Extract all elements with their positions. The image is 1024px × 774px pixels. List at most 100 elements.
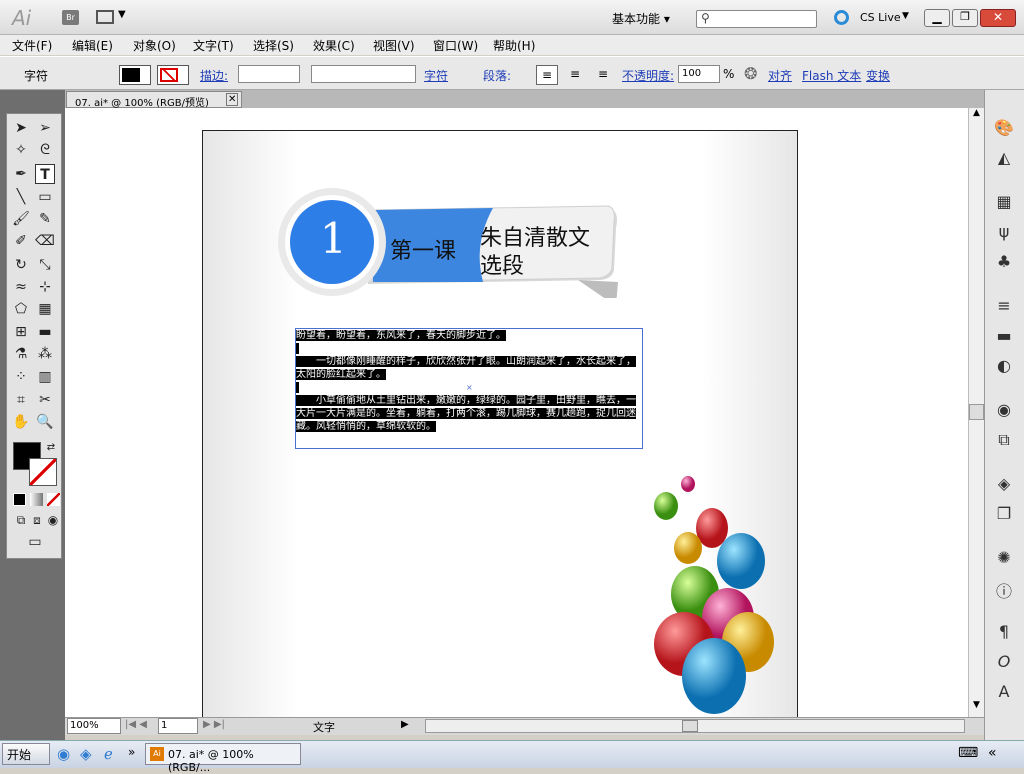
lasso-tool-icon[interactable]: ᘓ [35, 140, 55, 160]
slice-tool-icon[interactable]: ✂ [35, 390, 55, 410]
hand-tool-icon[interactable]: ✋ [11, 412, 31, 432]
h-scroll-thumb[interactable] [682, 720, 698, 732]
restore-button[interactable]: ❐ [952, 9, 978, 27]
mesh-tool-icon[interactable]: ⊞ [11, 322, 31, 342]
status-menu-icon[interactable]: ▶ [401, 719, 409, 730]
scroll-thumb[interactable] [969, 404, 984, 420]
type-tool-icon[interactable]: T [35, 164, 55, 184]
transparency-icon[interactable]: ◐ [993, 356, 1015, 376]
symbols-icon[interactable]: ♣ [993, 252, 1015, 272]
zoom-field[interactable]: 100% [67, 718, 121, 734]
pencil-tool-icon[interactable]: ✎ [35, 209, 55, 229]
vertical-scrollbar[interactable]: ▲ ▼ [968, 108, 984, 717]
menu-type[interactable]: 文字(T) [193, 37, 234, 54]
rotate-tool-icon[interactable]: ↻ [11, 255, 31, 275]
status-mode[interactable]: 文字 [313, 719, 335, 735]
minimize-button[interactable]: ▁ [924, 9, 950, 27]
align-center-icon[interactable]: ≡ [564, 65, 586, 85]
navigator-icon[interactable]: ✺ [993, 548, 1015, 568]
stroke-color-icon[interactable] [29, 458, 57, 486]
taskbar-illustrator-button[interactable]: Ai 07. ai* @ 100% (RGB/... [145, 743, 301, 774]
perspective-grid-tool-icon[interactable]: ▦ [35, 299, 55, 319]
zoom-tool-icon[interactable]: 🔍 [35, 412, 55, 432]
stroke-panel-icon[interactable]: ≡ [993, 296, 1015, 316]
close-button[interactable]: ✕ [980, 9, 1016, 27]
menu-object[interactable]: 对象(O) [133, 37, 176, 54]
screen-mode-icon[interactable]: ▭ [25, 532, 45, 552]
paintbrush-tool-icon[interactable]: 🖌 [11, 209, 31, 229]
workspace-switcher[interactable]: 基本功能 ▾ [612, 10, 670, 27]
character-link[interactable]: 字符 [424, 67, 448, 84]
rectangle-tool-icon[interactable]: ▭ [35, 187, 55, 207]
shape-builder-tool-icon[interactable]: ⬠ [11, 299, 31, 319]
menu-help[interactable]: 帮助(H) [493, 37, 535, 54]
warp-tool-icon[interactable]: ≈ [11, 277, 31, 297]
column-graph-tool-icon[interactable]: ▥ [35, 367, 55, 387]
opentype-icon[interactable]: O [993, 652, 1015, 672]
font-family-field[interactable] [311, 65, 416, 83]
align-link[interactable]: 对齐 [768, 67, 792, 84]
fill-swatch[interactable] [119, 65, 151, 85]
line-tool-icon[interactable]: ╲ [11, 187, 31, 207]
menu-effect[interactable]: 效果(C) [313, 37, 355, 54]
stroke-link[interactable]: 描边: [200, 67, 228, 84]
brushes-icon[interactable]: ψ [993, 222, 1015, 242]
info-icon[interactable]: ⓘ [993, 578, 1015, 601]
swatches-icon[interactable]: ▦ [993, 192, 1015, 212]
document-tab[interactable]: 07. ai* @ 100% (RGB/预览) [66, 91, 242, 109]
align-left-icon[interactable]: ≡ [536, 65, 558, 85]
color-guide-icon[interactable]: ◭ [993, 148, 1015, 168]
menu-window[interactable]: 窗口(W) [433, 37, 478, 54]
start-button[interactable]: 开始 [2, 743, 50, 765]
opacity-field[interactable]: 100 [678, 65, 720, 83]
flash-text-link[interactable]: Flash 文本 [802, 67, 861, 84]
pen-tool-icon[interactable]: ✒ [11, 164, 31, 184]
scroll-down-icon[interactable]: ▼ [969, 700, 984, 716]
align-right-icon[interactable]: ≡ [592, 65, 614, 85]
magic-wand-tool-icon[interactable]: ✧ [11, 140, 31, 160]
blob-brush-tool-icon[interactable]: ✐ [11, 231, 31, 251]
horizontal-scrollbar[interactable] [425, 719, 965, 733]
graphic-styles-icon[interactable]: ⧉ [993, 430, 1015, 450]
cs-live-menu[interactable]: CS Live [860, 11, 901, 24]
artboards-icon[interactable]: ❐ [993, 504, 1015, 524]
arrange-documents-icon[interactable] [96, 10, 114, 24]
eyedropper-tool-icon[interactable]: ⚗ [11, 344, 31, 364]
artboard-tool-icon[interactable]: ⌗ [11, 390, 31, 410]
browser-icon[interactable]: ◉ [57, 745, 70, 763]
gradient-tool-icon[interactable]: ▬ [35, 322, 55, 342]
selection-tool-icon[interactable]: ➤ [11, 118, 31, 138]
stroke-swatch[interactable] [157, 65, 189, 85]
eraser-tool-icon[interactable]: ⌫ [35, 231, 55, 251]
show-more-icon[interactable]: » [128, 745, 135, 759]
gradient-panel-icon[interactable]: ▬ [993, 326, 1015, 346]
menu-select[interactable]: 选择(S) [253, 37, 294, 54]
text-frame-content[interactable]: 盼望着，盼望着，东风来了，春天的脚步近了。 一切都像刚睡醒的样子，欣欣然张开了眼… [296, 329, 636, 433]
direct-selection-tool-icon[interactable]: ➢ [35, 118, 55, 138]
scale-tool-icon[interactable]: ⤡ [35, 255, 55, 275]
menu-file[interactable]: 文件(F) [12, 37, 52, 54]
appearance-icon[interactable]: ◉ [993, 400, 1015, 420]
menu-view[interactable]: 视图(V) [373, 37, 415, 54]
character-icon[interactable]: A [993, 682, 1015, 702]
paragraph-icon[interactable]: ¶ [993, 622, 1015, 642]
blend-tool-icon[interactable]: ⁂ [35, 344, 55, 364]
menu-edit[interactable]: 编辑(E) [72, 37, 113, 54]
first-artboard-icon[interactable]: |◀ ◀ [125, 719, 147, 730]
scroll-up-icon[interactable]: ▲ [969, 108, 984, 124]
chevron-down-icon[interactable]: ▼ [118, 9, 126, 20]
explorer-icon[interactable]: ◈ [80, 745, 92, 763]
swap-colors-icon[interactable]: ⇄ [41, 438, 61, 458]
search-input[interactable]: ⚲ [696, 10, 817, 28]
recolor-icon[interactable]: ❂ [744, 64, 757, 83]
last-artboard-icon[interactable]: ▶ ▶| [203, 719, 225, 730]
chevron-down-icon[interactable]: ▼ [902, 11, 909, 21]
none-mode-icon[interactable] [47, 493, 60, 506]
opacity-link[interactable]: 不透明度: [622, 67, 674, 84]
artboard-number-field[interactable]: 1 [158, 718, 198, 734]
symbol-sprayer-tool-icon[interactable]: ⁘ [11, 367, 31, 387]
gradient-mode-icon[interactable] [30, 493, 43, 506]
free-transform-tool-icon[interactable]: ⊹ [35, 277, 55, 297]
color-mode-icon[interactable] [13, 493, 26, 506]
keyboard-icon[interactable]: ⌨ [958, 745, 978, 761]
